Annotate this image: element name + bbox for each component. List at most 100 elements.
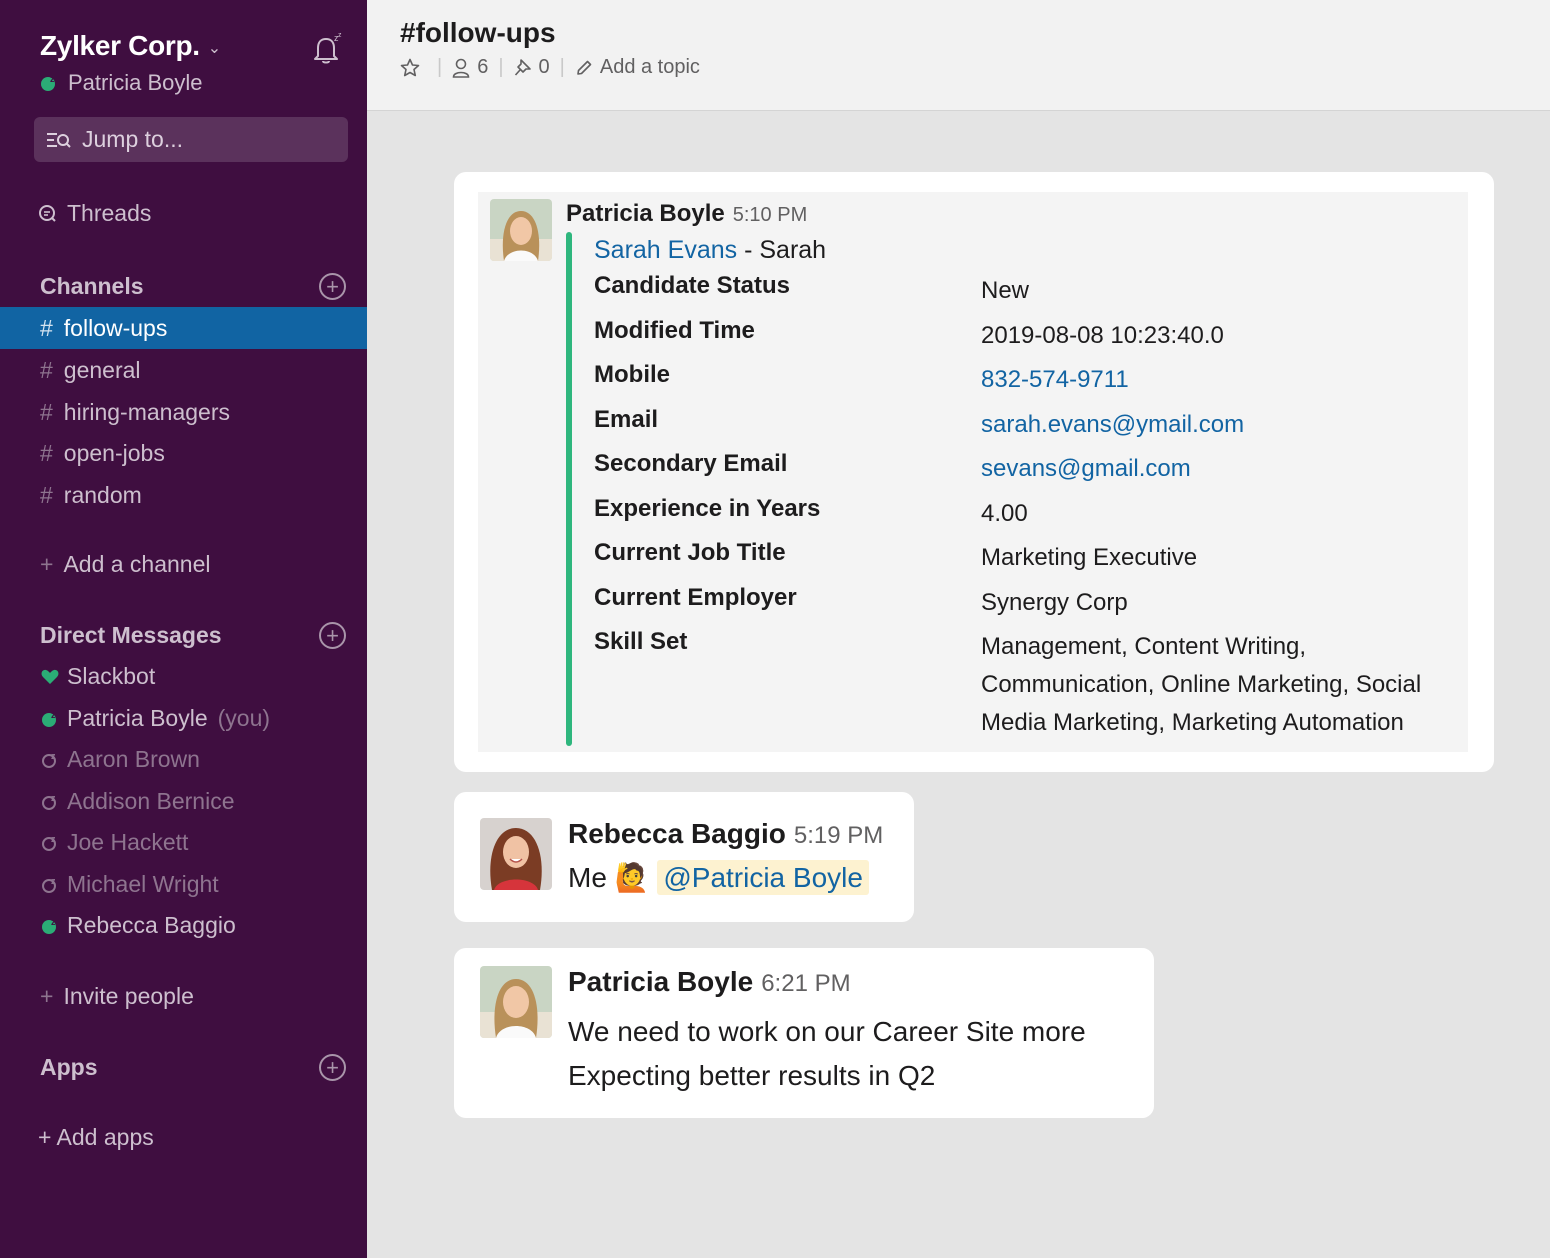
candidate-link[interactable]: Sarah Evans <box>594 236 737 264</box>
workspace-name: Zylker Corp. <box>40 30 200 61</box>
channel-label: open-jobs <box>63 439 165 466</box>
add-channel-label: Add a channel <box>63 551 211 577</box>
field-label: Mobile <box>594 361 670 388</box>
hash-icon: # <box>40 398 53 425</box>
phone-link[interactable]: 832-574-9711 <box>981 361 1461 399</box>
channel-label: hiring-managers <box>63 398 230 425</box>
message-text: Me <box>568 862 607 893</box>
add-apps-link[interactable]: + Add apps <box>38 1124 154 1151</box>
presence-away-snooze-icon: z <box>42 834 56 851</box>
timestamp[interactable]: 5:10 PM <box>733 204 807 226</box>
timestamp[interactable]: 6:21 PM <box>761 970 850 997</box>
dm-name: Slackbot <box>67 663 156 689</box>
pin-icon[interactable] <box>514 58 532 78</box>
email-link[interactable]: sarah.evans@ymail.com <box>981 406 1461 444</box>
presence-away-snooze-icon: z <box>42 793 56 810</box>
timestamp[interactable]: 5:19 PM <box>794 822 883 849</box>
hash-icon: # <box>40 481 53 508</box>
add-channel-icon[interactable]: + <box>319 273 346 300</box>
hash-icon: # <box>40 356 53 383</box>
search-icon <box>47 132 71 148</box>
add-dm-icon[interactable]: + <box>319 622 346 649</box>
user-mention[interactable]: @Patricia Boyle <box>657 860 869 895</box>
channel-title: #follow-ups <box>400 17 556 48</box>
chevron-down-icon: ⌄ <box>207 39 221 57</box>
dm-item-addison-bernice[interactable]: z Addison Bernice <box>40 788 235 815</box>
sidebar-item-hiring-managers[interactable]: # hiring-managers <box>0 391 367 433</box>
channel-label: random <box>63 481 142 508</box>
dm-name: Joe Hackett <box>67 829 189 855</box>
author-name[interactable]: Rebecca Baggio <box>568 818 786 849</box>
message-meta: Rebecca Baggio 5:19 PM <box>568 818 883 850</box>
field-label: Candidate Status <box>594 272 791 299</box>
channels-header-label: Channels <box>40 273 144 299</box>
author-name[interactable]: Patricia Boyle <box>568 966 753 997</box>
dm-name: Michael Wright <box>67 871 219 897</box>
field-value: New <box>981 277 1030 304</box>
dm-name: Addison Bernice <box>67 788 235 814</box>
svg-text:z: z <box>51 834 56 844</box>
raising-hand-emoji: 🙋 <box>614 862 650 893</box>
dm-item-aaron-brown[interactable]: z Aaron Brown <box>40 746 200 773</box>
invite-people-label: Invite people <box>63 983 194 1009</box>
svg-text:z: z <box>51 876 56 886</box>
avatar-patricia[interactable] <box>480 966 552 1038</box>
avatar-patricia[interactable] <box>490 199 552 261</box>
author-name[interactable]: Patricia Boyle <box>566 200 725 227</box>
threads-icon <box>39 204 56 222</box>
field-value: 4.00 <box>981 500 1028 527</box>
dm-section-header[interactable]: Direct Messages + <box>40 622 346 649</box>
sidebar-item-open-jobs[interactable]: # open-jobs <box>0 432 367 474</box>
message-line: We need to work on our Career Site more <box>568 1016 1086 1047</box>
svg-text:z: z <box>51 793 56 803</box>
channel-label: follow-ups <box>63 314 168 341</box>
dm-item-rebecca-baggio[interactable]: z Rebecca Baggio <box>40 912 236 939</box>
dm-item-slackbot[interactable]: Slackbot <box>40 663 155 690</box>
message-line: Expecting better results in Q2 <box>568 1060 936 1091</box>
message-meta: Patricia Boyle 6:21 PM <box>568 966 851 998</box>
sidebar-item-random[interactable]: # random <box>0 474 367 516</box>
svg-text:z: z <box>338 32 342 39</box>
secondary-email-link[interactable]: sevans@gmail.com <box>981 450 1461 488</box>
field-label: Current Employer <box>594 584 797 611</box>
threads-label: Threads <box>67 200 152 226</box>
avatar-rebecca[interactable] <box>480 818 552 890</box>
field-value: 2019-08-08 10:23:40.0 <box>981 322 1224 349</box>
channels-section-header[interactable]: Channels + <box>40 273 346 300</box>
invite-people-link[interactable]: + Invite people <box>40 983 194 1010</box>
sidebar-item-follow-ups[interactable]: # follow-ups <box>0 307 367 349</box>
member-icon[interactable] <box>452 58 470 78</box>
star-icon[interactable] <box>400 58 420 78</box>
heart-icon <box>41 669 59 684</box>
message-body: We need to work on our Career Site more … <box>568 1010 1086 1098</box>
attachment-title: Sarah Evans - Sarah <box>594 236 826 265</box>
workspace-menu[interactable]: Zylker Corp. ⌄ <box>40 30 221 62</box>
plus-icon: + <box>40 983 54 1009</box>
pin-count[interactable]: 0 <box>539 56 550 79</box>
field-value: Marketing Executive <box>981 544 1198 571</box>
field-value: Management, Content Writing, Communicati… <box>981 633 1422 736</box>
apps-section-header[interactable]: Apps + <box>40 1054 346 1081</box>
meta-separator: | <box>498 56 504 78</box>
current-user-status[interactable]: z Patricia Boyle <box>40 70 203 96</box>
field-value: Synergy Corp <box>981 589 1128 616</box>
add-app-icon[interactable]: + <box>319 1054 346 1081</box>
add-channel-link[interactable]: + Add a channel <box>40 551 211 578</box>
dm-item-patricia-boyle[interactable]: z Patricia Boyle (you) <box>40 705 270 732</box>
jump-to-search[interactable]: Jump to... <box>34 117 348 162</box>
svg-text:z: z <box>51 917 56 927</box>
field-label: Current Job Title <box>594 539 786 566</box>
add-topic-link[interactable]: Add a topic <box>600 56 700 79</box>
dm-item-michael-wright[interactable]: z Michael Wright <box>40 871 219 898</box>
current-user-name: Patricia Boyle <box>68 70 203 95</box>
field-label: Skill Set <box>594 628 688 655</box>
presence-away-snooze-icon: z <box>42 876 56 893</box>
bell-snooze-icon[interactable]: z z <box>308 30 344 66</box>
member-count[interactable]: 6 <box>477 56 488 79</box>
sidebar-item-threads[interactable]: Threads <box>38 200 151 227</box>
field-label: Secondary Email <box>594 450 788 477</box>
sidebar-item-general[interactable]: # general <box>0 349 367 391</box>
presence-online-snooze-icon: z <box>42 917 56 934</box>
dm-item-joe-hackett[interactable]: z Joe Hackett <box>40 829 188 856</box>
presence-away-snooze-icon: z <box>42 751 56 768</box>
